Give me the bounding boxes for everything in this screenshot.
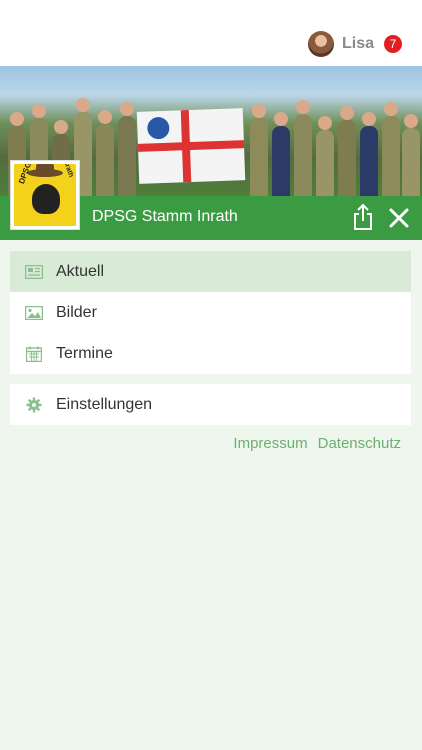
menu-item-label: Termine	[56, 344, 113, 362]
datenschutz-link[interactable]: Datenschutz	[318, 435, 401, 452]
close-icon[interactable]	[386, 205, 412, 231]
user-name[interactable]: Lisa	[342, 35, 374, 53]
menu-item-bilder[interactable]: Bilder	[10, 292, 411, 333]
group-title: DPSG Stamm Inrath	[92, 208, 238, 225]
notification-badge[interactable]: 7	[384, 35, 402, 53]
image-icon	[24, 303, 44, 323]
scout-flag	[136, 108, 246, 184]
share-icon[interactable]	[350, 203, 376, 231]
gear-icon	[24, 395, 44, 415]
user-profile[interactable]: Lisa 7	[307, 30, 402, 58]
menu-item-label: Bilder	[56, 303, 97, 321]
menu-item-label: Aktuell	[56, 262, 105, 280]
menu-item-label: Einstellungen	[56, 395, 153, 413]
menu-item-aktuell[interactable]: Aktuell	[10, 251, 411, 292]
menu-item-einstellungen[interactable]: Einstellungen	[10, 384, 411, 425]
group-logo: DPSG Inrath	[10, 160, 80, 230]
settings-menu: Einstellungen	[10, 384, 411, 425]
newspaper-icon	[24, 262, 44, 282]
logo-text-right: Inrath	[60, 164, 74, 179]
footer-links: Impressum Datenschutz	[233, 435, 401, 452]
impressum-link[interactable]: Impressum	[233, 435, 307, 452]
calendar-icon	[24, 344, 44, 364]
avatar[interactable]	[307, 31, 334, 57]
menu-item-termine[interactable]: Termine	[10, 333, 411, 374]
main-menu: Aktuell Bilder Termine	[10, 251, 411, 374]
top-bar: Lisa 7	[0, 0, 422, 66]
